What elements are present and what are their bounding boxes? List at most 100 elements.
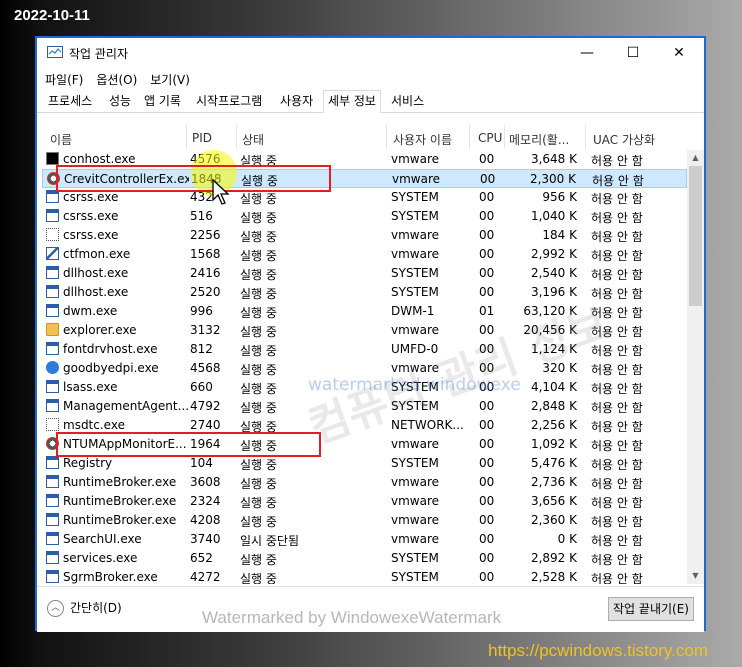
process-pid: 516 <box>190 209 213 223</box>
app-window-icon <box>46 342 59 355</box>
col-header-status[interactable]: 상태 <box>242 131 264 148</box>
tab-performance[interactable]: 성능 <box>105 92 135 111</box>
process-uac: 허용 안 함 <box>592 174 644 188</box>
process-memory: 1,040 K <box>530 209 577 223</box>
table-row[interactable]: explorer.exe 3132 실행 중 vmware 00 20,456 K 허용 안… <box>42 321 687 340</box>
process-cpu: 00 <box>479 437 495 451</box>
process-cpu: 00 <box>479 418 495 432</box>
menu-options[interactable]: 옵션(O) <box>88 68 142 88</box>
process-name: dllhost.exe <box>63 266 129 280</box>
col-divider[interactable] <box>585 125 586 149</box>
menu-view[interactable]: 보기(V) <box>142 68 195 88</box>
process-uac: 허용 안 함 <box>591 496 643 510</box>
col-header-cpu[interactable]: CPU <box>478 131 502 145</box>
process-pid: 4792 <box>190 399 221 413</box>
col-divider[interactable] <box>186 125 187 149</box>
process-status: 실행 중 <box>240 306 277 320</box>
fewer-details-button[interactable]: ︿ 간단히(D) <box>47 599 122 617</box>
scroll-down-icon[interactable]: ▼ <box>687 568 704 584</box>
maximize-button[interactable]: ☐ <box>610 38 656 68</box>
table-row[interactable]: services.exe 652 실행 중 SYSTEM 00 2,892 K 허용 안 함 <box>42 549 687 568</box>
process-user: vmware <box>391 532 440 546</box>
scrollbar-thumb[interactable] <box>689 166 702 306</box>
table-row[interactable]: lsass.exe 660 실행 중 SYSTEM 00 4,104 K 허용 안 함 <box>42 378 687 397</box>
process-status: 실행 중 <box>240 268 277 282</box>
process-user: SYSTEM <box>391 190 439 204</box>
process-user: vmware <box>391 361 440 375</box>
col-divider[interactable] <box>236 125 237 149</box>
process-cpu: 00 <box>480 172 496 186</box>
process-name: RuntimeBroker.exe <box>63 475 177 489</box>
process-user: SYSTEM <box>391 570 439 584</box>
table-row[interactable]: csrss.exe 2256 실행 중 vmware 00 184 K 허용 안 함 <box>42 226 687 245</box>
process-user: SYSTEM <box>391 399 439 413</box>
table-row[interactable]: dllhost.exe 2520 실행 중 SYSTEM 00 3,196 K 허용 안 함 <box>42 283 687 302</box>
end-task-button[interactable]: 작업 끝내기(E) <box>608 597 694 621</box>
table-row[interactable]: dllhost.exe 2416 실행 중 SYSTEM 00 2,540 K 허용 안 함 <box>42 264 687 283</box>
process-memory: 3,656 K <box>530 494 577 508</box>
process-status: 실행 중 <box>240 458 277 472</box>
app-window-icon <box>46 551 59 564</box>
col-header-user[interactable]: 사용자 이름 <box>393 131 452 148</box>
table-row[interactable]: SgrmBroker.exe 4272 실행 중 SYSTEM 00 2,528 K 허용 … <box>42 568 687 584</box>
menu-file[interactable]: 파일(F) <box>37 68 88 88</box>
process-cpu: 00 <box>479 228 495 242</box>
tab-app-history[interactable]: 앱 기록 <box>140 92 185 111</box>
process-memory: 63,120 K <box>523 304 577 318</box>
table-row[interactable]: SearchUI.exe 3740 일시 중단됨 vmware 00 0 K 허용 안 함 <box>42 530 687 549</box>
process-name: services.exe <box>63 551 138 565</box>
table-row[interactable]: RuntimeBroker.exe 4208 실행 중 vmware 00 2,360 K… <box>42 511 687 530</box>
process-name: SgrmBroker.exe <box>63 570 158 584</box>
close-button[interactable]: ✕ <box>656 38 702 68</box>
process-name: csrss.exe <box>63 209 119 223</box>
minimize-button[interactable]: — <box>564 38 610 68</box>
app-window-icon <box>46 399 59 412</box>
vertical-scrollbar[interactable]: ▲ ▼ <box>687 150 704 584</box>
process-name: SearchUI.exe <box>63 532 142 546</box>
process-pid: 2416 <box>190 266 221 280</box>
process-name: lsass.exe <box>63 380 118 394</box>
process-status: 실행 중 <box>240 401 277 415</box>
col-divider[interactable] <box>469 125 470 149</box>
process-cpu: 00 <box>479 285 495 299</box>
table-row[interactable]: RuntimeBroker.exe 2324 실행 중 vmware 00 3,656 K… <box>42 492 687 511</box>
table-row[interactable]: dwm.exe 996 실행 중 DWM-1 01 63,120 K 허용 안 함 <box>42 302 687 321</box>
table-row[interactable]: fontdrvhost.exe 812 실행 중 UMFD-0 00 1,124 K 허용 … <box>42 340 687 359</box>
tab-services[interactable]: 서비스 <box>387 92 428 111</box>
process-uac: 허용 안 함 <box>591 230 643 244</box>
col-header-name[interactable]: 이름 <box>50 131 72 148</box>
col-header-pid[interactable]: PID <box>192 131 212 145</box>
process-cpu: 00 <box>479 361 495 375</box>
process-memory: 3,196 K <box>530 285 577 299</box>
blog-url: https://pcwindows.tistory.com <box>488 641 708 660</box>
mouse-cursor-icon <box>212 178 230 205</box>
process-memory: 4,104 K <box>530 380 577 394</box>
scroll-up-icon[interactable]: ▲ <box>687 150 704 166</box>
process-memory: 2,528 K <box>530 570 577 584</box>
table-row[interactable]: goodbyedpi.exe 4568 실행 중 vmware 00 320 K 허용 안 … <box>42 359 687 378</box>
process-uac: 허용 안 함 <box>591 344 643 358</box>
app-window-icon <box>46 532 59 545</box>
table-row[interactable]: RuntimeBroker.exe 3608 실행 중 vmware 00 2,736 K… <box>42 473 687 492</box>
process-user: vmware <box>391 152 440 166</box>
process-pid: 2740 <box>190 418 221 432</box>
process-pid: 2256 <box>190 228 221 242</box>
table-row[interactable]: ManagementAgent... 4792 실행 중 SYSTEM 00 2,848 … <box>42 397 687 416</box>
process-memory: 1,092 K <box>530 437 577 451</box>
process-memory: 320 K <box>542 361 577 375</box>
col-header-uac[interactable]: UAC 가상화 <box>593 131 655 148</box>
process-pid: 996 <box>190 304 213 318</box>
col-header-memory[interactable]: 메모리(활... <box>509 131 569 148</box>
col-divider[interactable] <box>386 125 387 149</box>
tab-users[interactable]: 사용자 <box>276 92 317 111</box>
col-divider[interactable] <box>504 125 505 149</box>
process-memory: 5,476 K <box>530 456 577 470</box>
process-user: SYSTEM <box>391 209 439 223</box>
tab-processes[interactable]: 프로세스 <box>44 92 96 111</box>
table-row[interactable]: csrss.exe 516 실행 중 SYSTEM 00 1,040 K 허용 안 함 <box>42 207 687 226</box>
cursor-icon <box>46 228 59 241</box>
tab-startup[interactable]: 시작프로그램 <box>192 92 266 111</box>
table-row[interactable]: ctfmon.exe 1568 실행 중 vmware 00 2,992 K 허용 안 함 <box>42 245 687 264</box>
menu-bar: 파일(F) 옵션(O) 보기(V) <box>37 68 704 90</box>
tab-details[interactable]: 세부 정보 <box>323 90 381 113</box>
